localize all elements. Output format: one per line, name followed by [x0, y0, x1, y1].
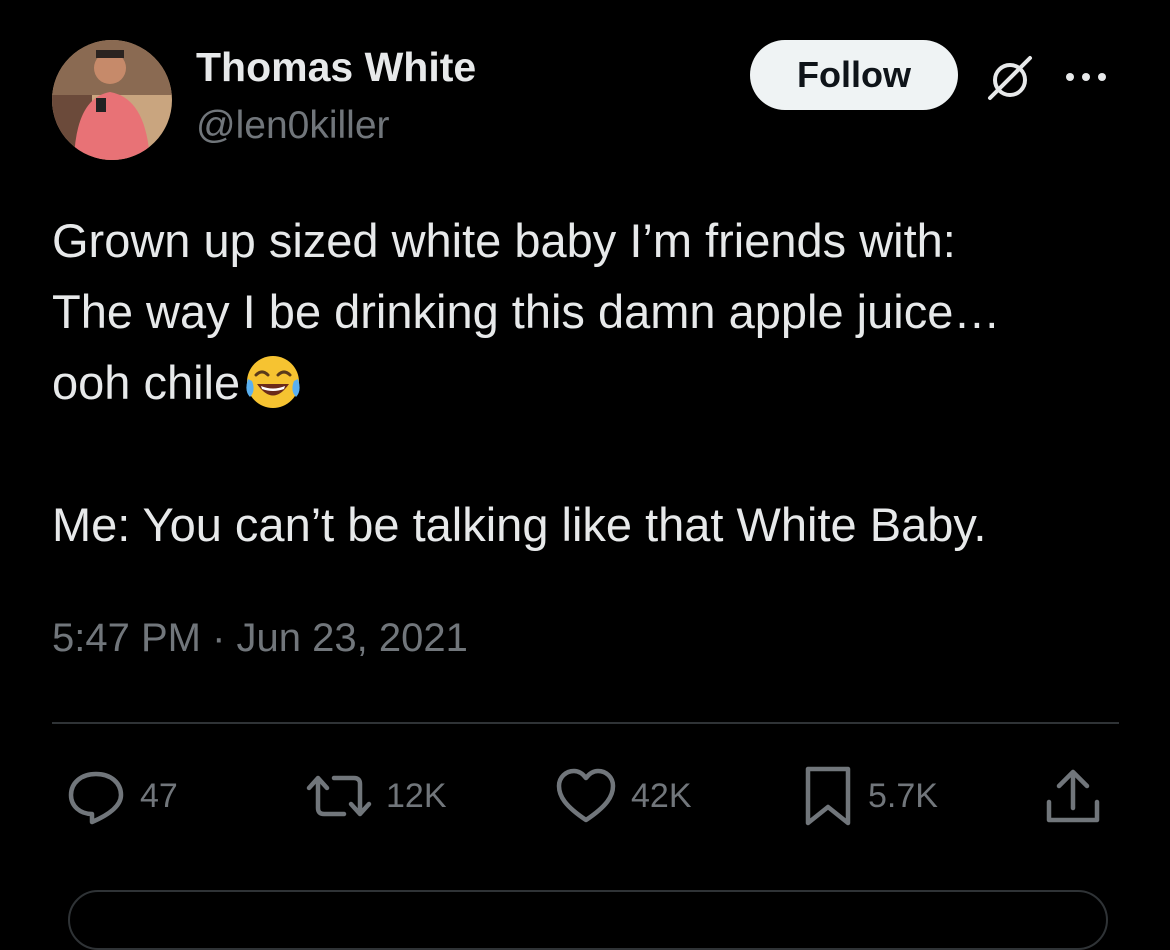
tweet-line-with-emoji: ooh chile	[52, 347, 1132, 418]
share-icon	[1044, 766, 1102, 826]
repost-icon	[306, 766, 372, 826]
tweet-line: ooh chile	[52, 356, 241, 409]
bookmark-count: 5.7K	[868, 776, 938, 815]
repost-button[interactable]: 12K	[306, 766, 447, 826]
share-button[interactable]	[1044, 766, 1102, 826]
reply-composer-edge[interactable]	[68, 890, 1108, 950]
follow-button[interactable]: Follow	[750, 40, 958, 110]
face-with-tears-of-joy-icon	[242, 351, 304, 413]
tweet-line: Me: You can’t be talking like that White…	[52, 498, 987, 551]
tweet-line: Grown up sized white baby I’m friends wi…	[52, 214, 956, 267]
bookmark-button[interactable]: 5.7K	[802, 766, 938, 826]
more-icon[interactable]	[1062, 62, 1114, 92]
author-handle[interactable]: @len0killer	[196, 104, 390, 148]
reply-count: 47	[140, 776, 178, 815]
like-count: 42K	[631, 776, 692, 815]
tweet-line: The way I be drinking this damn apple ju…	[52, 285, 1001, 338]
bookmark-icon	[802, 765, 854, 827]
like-icon	[555, 766, 617, 826]
avatar[interactable]	[52, 40, 172, 160]
grok-icon[interactable]	[984, 52, 1036, 104]
divider	[52, 722, 1119, 724]
like-button[interactable]: 42K	[555, 766, 692, 826]
tweet-text: Grown up sized white baby I’m friends wi…	[52, 205, 1132, 560]
tweet-timestamp[interactable]: 5:47 PM · Jun 23, 2021	[52, 616, 468, 661]
reply-button[interactable]: 47	[66, 766, 178, 826]
author-name[interactable]: Thomas White	[196, 44, 476, 91]
repost-count: 12K	[386, 776, 447, 815]
reply-icon	[66, 766, 126, 826]
